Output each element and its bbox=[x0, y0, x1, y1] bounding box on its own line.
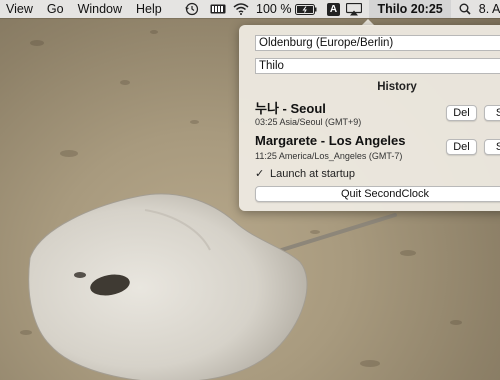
airplay-icon[interactable] bbox=[343, 0, 365, 18]
checkmark-icon: ✓ bbox=[255, 168, 265, 180]
battery-percent[interactable]: 100 % bbox=[256, 0, 291, 18]
history-heading: History bbox=[377, 81, 417, 93]
memory-icon[interactable] bbox=[206, 0, 230, 18]
time-machine-icon[interactable] bbox=[182, 0, 202, 18]
input-source-icon[interactable]: A bbox=[323, 0, 343, 18]
menu-bar: View Go Window Help 100 % A Thilo 20:25 … bbox=[0, 0, 500, 18]
history-entry-detail: 11:25 America/Los_Angeles (GMT-7) bbox=[255, 151, 403, 161]
menubar-date[interactable]: 8. Apr bbox=[479, 0, 500, 18]
menu-help[interactable]: Help bbox=[130, 0, 170, 18]
history-entry-detail: 03:25 Asia/Seoul (GMT+9) bbox=[255, 117, 362, 127]
menu-view[interactable]: View bbox=[0, 0, 41, 18]
second-clock-menu-item[interactable]: Thilo 20:25 bbox=[369, 0, 451, 18]
launch-at-startup-checkbox[interactable]: ✓ Launch at startup bbox=[255, 167, 356, 181]
set-entry-button[interactable]: S bbox=[484, 139, 500, 155]
set-entry-button[interactable]: S bbox=[484, 105, 500, 121]
search-icon[interactable] bbox=[453, 0, 477, 18]
app-menus: View Go Window Help bbox=[0, 0, 170, 18]
menu-go[interactable]: Go bbox=[41, 0, 72, 18]
quit-button[interactable]: Quit SecondClock bbox=[255, 186, 500, 202]
delete-entry-button[interactable]: Del bbox=[446, 105, 477, 121]
history-entry-name: 누나 - Seoul bbox=[255, 101, 326, 116]
history-entry-name: Margarete - Los Angeles bbox=[255, 133, 406, 148]
location-field[interactable] bbox=[255, 35, 500, 51]
second-clock-popup: History 누나 - Seoul 03:25 Asia/Seoul (GMT… bbox=[239, 25, 500, 211]
wifi-icon[interactable] bbox=[230, 0, 252, 18]
status-area: 100 % A Thilo 20:25 8. Apr bbox=[182, 0, 500, 18]
menu-window[interactable]: Window bbox=[72, 0, 130, 18]
battery-icon[interactable] bbox=[293, 0, 319, 18]
delete-entry-button[interactable]: Del bbox=[446, 139, 477, 155]
launch-at-startup-label: Launch at startup bbox=[270, 167, 356, 180]
name-field[interactable] bbox=[255, 58, 500, 74]
input-source-label: A bbox=[326, 2, 340, 16]
